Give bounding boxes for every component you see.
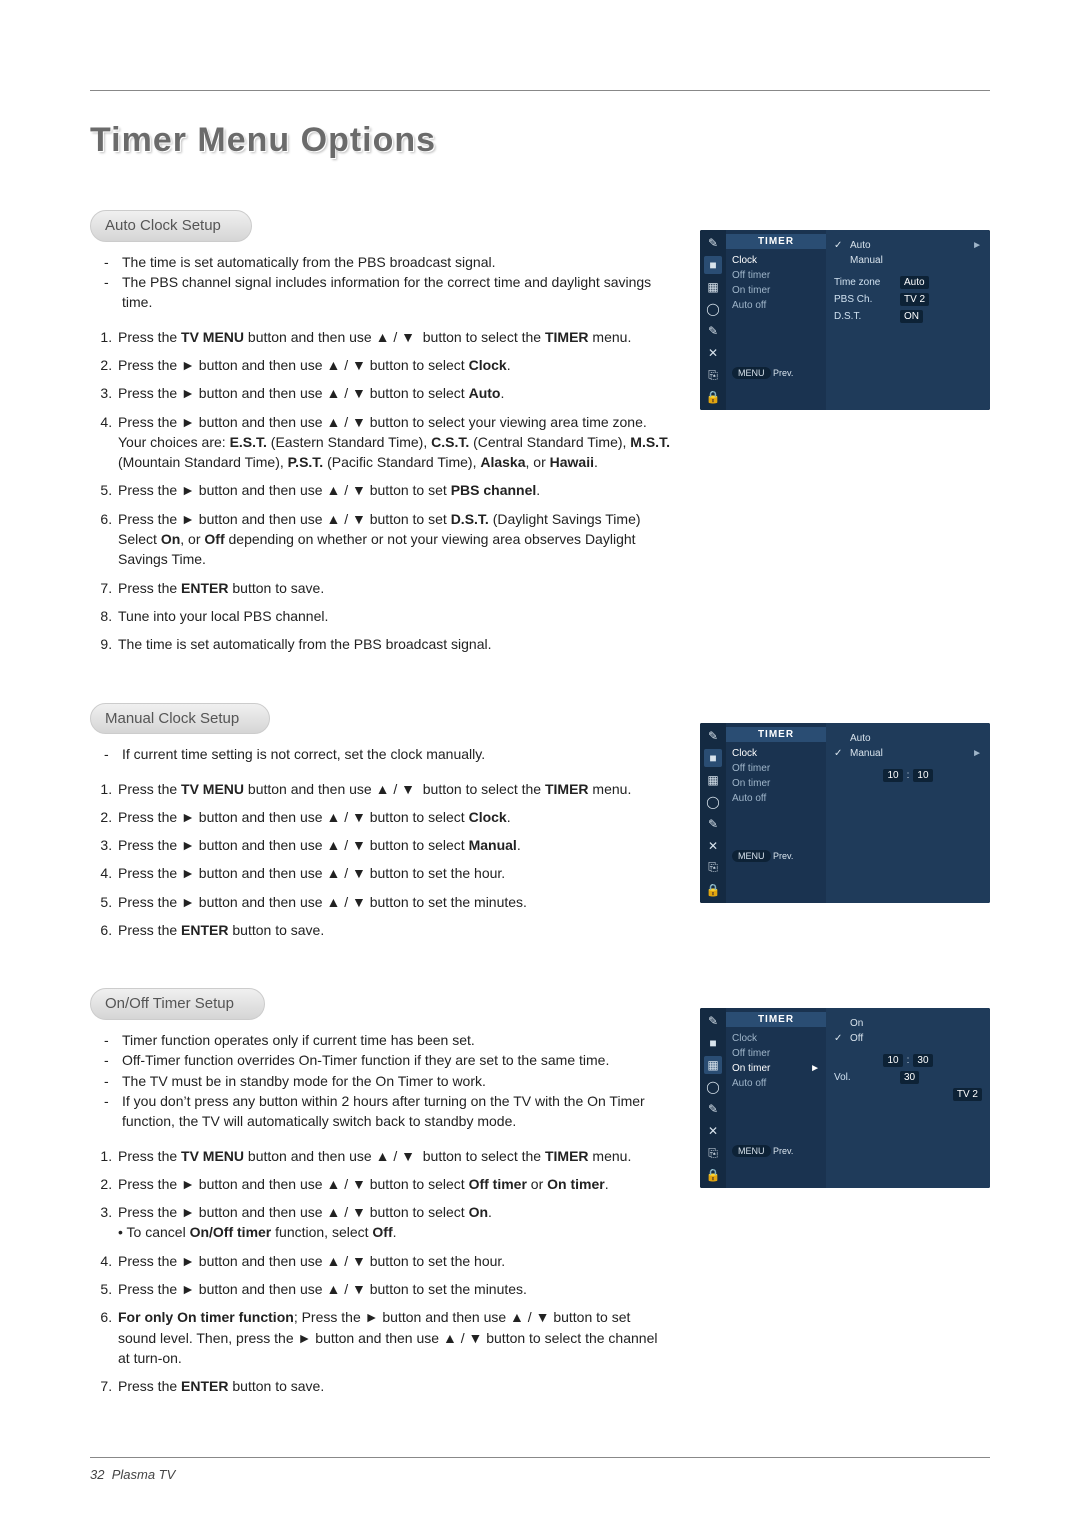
manual-step-3: Press the ► button and then use ▲ / ▼ bu… [116, 835, 670, 855]
manual-step-2: Press the ► button and then use ▲ / ▼ bu… [116, 807, 670, 827]
osd-manual: ✎ ■ ▦ ◯ ✎ ✕ ⎘ 🔒 TIMER Clock Off timer On… [700, 723, 990, 903]
auto-step-6: Press the ► button and then use ▲ / ▼ bu… [116, 509, 670, 570]
osd-item: Auto off [726, 298, 826, 313]
right-icon: ► [181, 357, 195, 373]
auto-bullet-1: The time is set automatically from the P… [110, 252, 670, 272]
osd-item: On timer [726, 283, 826, 298]
osd-footer: MENU Prev. [726, 363, 826, 383]
page-title: Timer Menu Options [90, 121, 990, 160]
onoff-step-1: Press the TV MENU button and then use ▲ … [116, 1146, 670, 1166]
manual-step-4: Press the ► button and then use ▲ / ▼ bu… [116, 863, 670, 883]
onoff-step-7: Press the ENTER button to save. [116, 1376, 670, 1396]
auto-bullets: The time is set automatically from the P… [90, 252, 670, 313]
up-icon: ▲ [376, 329, 390, 345]
down-icon: ▼ [401, 329, 415, 345]
osd-item: Off timer [726, 268, 826, 283]
section-auto-text: Auto Clock Setup The time is set automat… [90, 210, 670, 663]
osd-iconbar: ✎ ■ ▦ ◯ ✎ ✕ ⎘ 🔒 [700, 230, 726, 410]
auto-header: Auto Clock Setup [90, 210, 252, 242]
auto-step-8: Tune into your local PBS channel. [116, 606, 670, 626]
osd-header: TIMER [726, 234, 826, 249]
osd-icon: ◯ [704, 300, 722, 318]
page: Timer Menu Options Auto Clock Setup The … [0, 0, 1080, 1528]
section-auto: Auto Clock Setup The time is set automat… [90, 210, 990, 663]
onoff-step-2: Press the ► button and then use ▲ / ▼ bu… [116, 1174, 670, 1194]
manual-bullet: If current time setting is not correct, … [110, 744, 670, 764]
osd-icon: ✕ [704, 344, 722, 362]
osd-icon: ✎ [704, 322, 722, 340]
osd-list: TIMER Clock Off timer On timer Auto off … [726, 230, 826, 410]
osd-auto: ✎ ■ ▦ ◯ ✎ ✕ ⎘ 🔒 TIMER Clock Off timer On… [700, 230, 990, 410]
section-onoff: On/Off Timer Setup Timer function operat… [90, 988, 990, 1404]
auto-step-9: The time is set automatically from the P… [116, 634, 670, 654]
manual-header: Manual Clock Setup [90, 703, 270, 735]
onoff-step-3: Press the ► button and then use ▲ / ▼ bu… [116, 1202, 670, 1243]
osd-icon: ⎘ [704, 366, 722, 384]
osd1-wrap: ✎ ■ ▦ ◯ ✎ ✕ ⎘ 🔒 TIMER Clock Off timer On… [700, 210, 990, 410]
page-footer: 32 Plasma TV [90, 1467, 175, 1482]
osd-icon: ▦ [704, 278, 722, 296]
osd-icon: ✎ [704, 234, 722, 252]
auto-step-5: Press the ► button and then use ▲ / ▼ bu… [116, 480, 670, 500]
auto-step-3: Press the ► button and then use ▲ / ▼ bu… [116, 383, 670, 403]
section-manual: Manual Clock Setup If current time setti… [90, 703, 990, 949]
auto-step-4: Press the ► button and then use ▲ / ▼ bu… [116, 412, 670, 473]
auto-step-2: Press the ► button and then use ▲ / ▼ bu… [116, 355, 670, 375]
check-icon: ✓ [834, 240, 844, 251]
auto-step-7: Press the ENTER button to save. [116, 578, 670, 598]
onoff-step-6: For only On timer function; Press the ► … [116, 1307, 670, 1368]
osd-icon: ■ [704, 256, 722, 274]
manual-step-6: Press the ENTER button to save. [116, 920, 670, 940]
manual-step-1: Press the TV MENU button and then use ▲ … [116, 779, 670, 799]
manual-step-5: Press the ► button and then use ▲ / ▼ bu… [116, 892, 670, 912]
onoff-step-5: Press the ► button and then use ▲ / ▼ bu… [116, 1279, 670, 1299]
osd-item: Clock [726, 253, 826, 268]
onoff-header: On/Off Timer Setup [90, 988, 265, 1020]
auto-step-1: Press the TV MENU button and then use ▲ … [116, 327, 670, 347]
auto-bullet-2: The PBS channel signal includes informat… [110, 272, 670, 313]
auto-steps: Press the TV MENU button and then use ▲ … [90, 327, 670, 655]
bottom-rule [90, 1457, 990, 1458]
top-rule [90, 90, 990, 91]
osd-panel: ✓Auto► Manual Time zoneAuto PBS Ch.TV 2 … [826, 230, 990, 410]
osd-onoff: ✎ ■ ▦ ◯ ✎ ✕ ⎘ 🔒 TIMER Clock Off timer On… [700, 1008, 990, 1188]
right-icon: ► [972, 240, 982, 251]
osd-icon: 🔒 [704, 388, 722, 406]
onoff-step-4: Press the ► button and then use ▲ / ▼ bu… [116, 1251, 670, 1271]
